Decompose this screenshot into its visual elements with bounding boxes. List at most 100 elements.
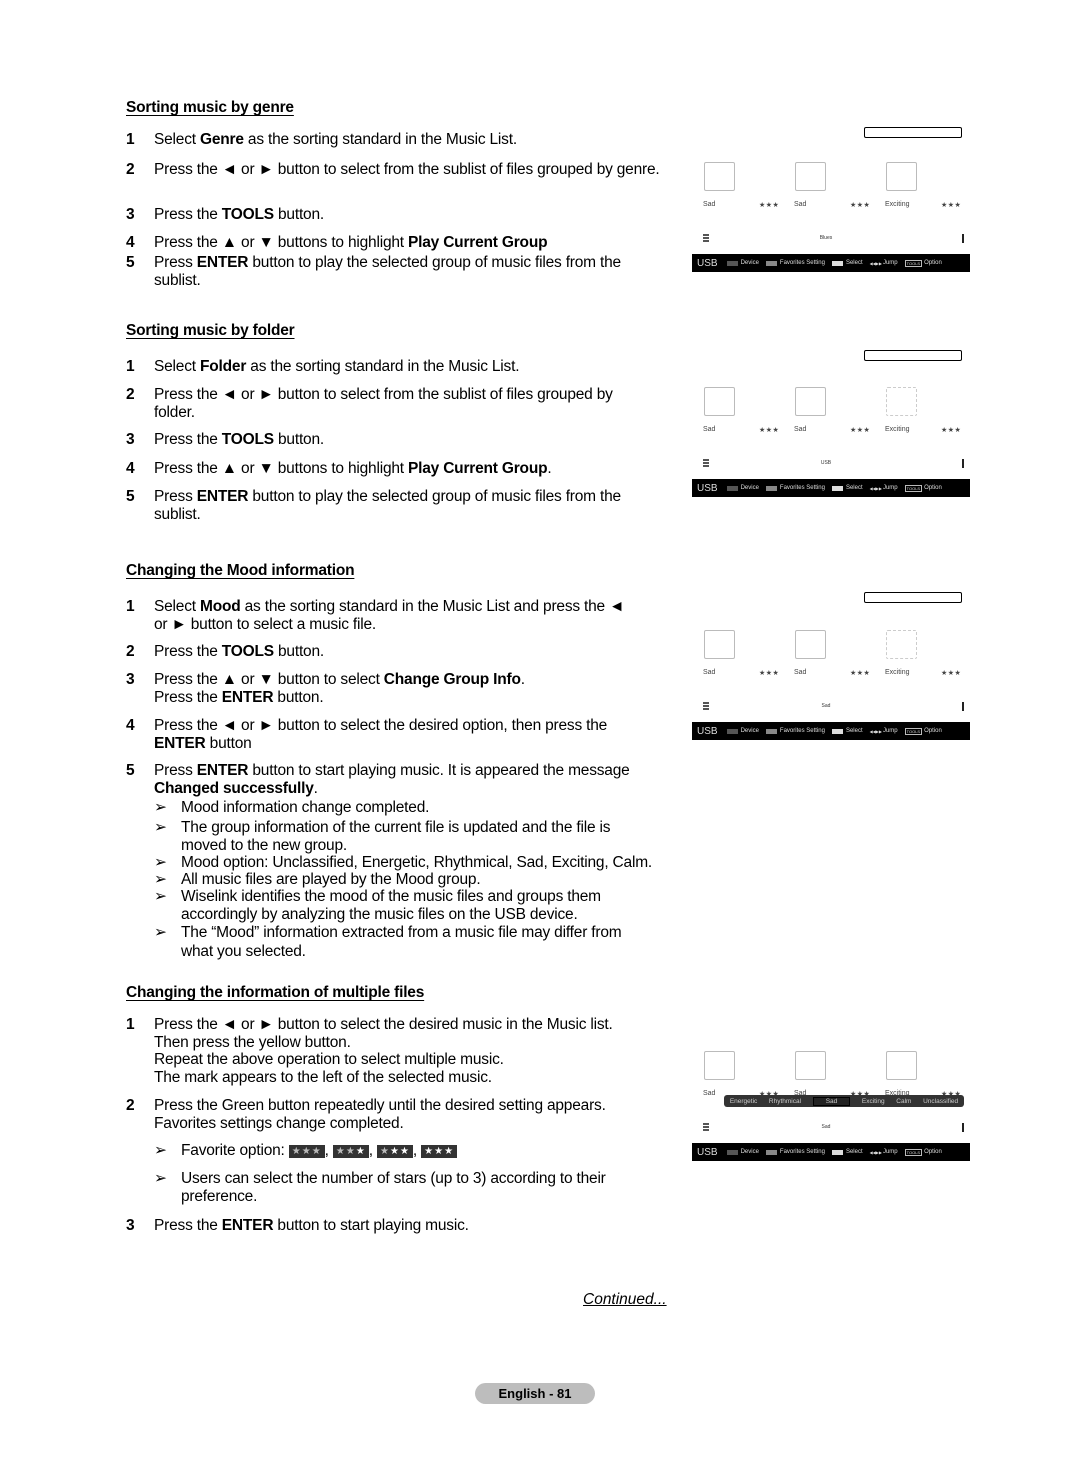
album-thumbnail[interactable] <box>795 1051 826 1080</box>
jump-hint[interactable]: ◀◀▶▶ Jump <box>870 728 898 734</box>
genre-step-1: 1 Select Genre as the sorting standard i… <box>126 131 671 149</box>
hint-text: Device <box>740 1149 759 1155</box>
step-number: 2 <box>126 161 135 178</box>
step-keyword: ENTER <box>196 762 249 779</box>
source-label: USB <box>697 725 718 737</box>
folder-step-5: 5 Press ENTER button to play the selecte… <box>126 488 671 523</box>
album-thumbnail[interactable] <box>704 162 735 191</box>
select-hint[interactable]: Select <box>831 728 863 734</box>
album-thumbnail[interactable] <box>704 630 735 659</box>
step-text: Press the <box>154 1217 222 1234</box>
mood-option-sad[interactable]: Sad <box>812 1096 851 1106</box>
scrollbar[interactable] <box>962 1123 964 1132</box>
mood-label: Sad <box>703 669 716 676</box>
page-number-badge: English - 81 <box>475 1383 595 1404</box>
device-hint[interactable]: Device <box>726 485 759 491</box>
hint-text: Device <box>740 260 759 266</box>
mood-option-rhythmical[interactable]: Rhythmical <box>769 1098 801 1105</box>
rewind-forward-icon: ◀◀▶▶ <box>869 260 882 266</box>
jump-hint[interactable]: ◀◀▶▶ Jump <box>870 485 898 491</box>
yellow-key-icon <box>831 728 843 734</box>
current-group-name: Sad <box>821 1124 831 1130</box>
device-hint[interactable]: Device <box>726 260 759 266</box>
option-hint[interactable]: TOOLS Option <box>904 1148 942 1156</box>
favorite-3-stars-icon: ★★★ <box>421 1145 458 1158</box>
album-thumbnail[interactable] <box>704 1051 735 1080</box>
arrow-bullet-icon: ➢ <box>154 854 167 871</box>
step-keyword: Mood <box>200 598 241 615</box>
mood-label: Sad <box>794 201 807 208</box>
step-text: Press the Green button repeatedly until … <box>154 1097 606 1114</box>
current-group-name: USB <box>820 460 832 466</box>
album-thumbnail[interactable] <box>886 162 917 191</box>
step-text: . <box>520 671 525 688</box>
screen-multiple: Sad★★★Sad★★★Exciting★★★EnergeticRhythmic… <box>692 1013 970 1173</box>
note-text: Users can select the number of stars (up… <box>181 1170 606 1205</box>
step-number: 2 <box>126 386 135 403</box>
option-hint[interactable]: TOOLS Option <box>904 259 942 267</box>
scrollbar[interactable] <box>962 702 964 711</box>
bottom-help-bar: USB Device Favorites Setting Select ◀◀▶▶ Jump… <box>692 254 970 272</box>
device-hint[interactable]: Device <box>726 728 759 734</box>
note-text: The “Mood” information extracted from a … <box>181 924 622 960</box>
users-stars-note: ➢ Users can select the number of stars (… <box>154 1170 634 1205</box>
note-text: The group information of the current fil… <box>181 819 611 854</box>
search-box[interactable] <box>864 127 962 138</box>
red-key-icon <box>726 260 738 266</box>
album-thumbnail[interactable] <box>795 162 826 191</box>
hint-text: Jump <box>882 260 898 266</box>
album-thumbnail[interactable] <box>704 387 735 416</box>
jump-hint[interactable]: ◀◀▶▶ Jump <box>870 1149 898 1155</box>
select-hint[interactable]: Select <box>831 260 863 266</box>
step-number: 1 <box>126 358 135 375</box>
option-hint[interactable]: TOOLS Option <box>904 727 942 735</box>
step-keyword: ENTER <box>196 488 249 505</box>
album-thumbnail[interactable] <box>795 630 826 659</box>
select-hint[interactable]: Select <box>831 1149 863 1155</box>
album-thumbnail[interactable] <box>886 630 917 659</box>
album-thumbnail[interactable] <box>886 387 917 416</box>
mood-option-energetic[interactable]: Energetic <box>730 1098 757 1105</box>
mood-option-exciting[interactable]: Exciting <box>862 1098 885 1105</box>
step-keyword: ENTER <box>221 1217 274 1234</box>
yellow-key-icon <box>831 1149 843 1155</box>
scrollbar[interactable] <box>962 234 964 243</box>
jump-hint[interactable]: ◀◀▶▶ Jump <box>870 260 898 266</box>
favorites-setting-hint[interactable]: Favorites Setting <box>765 728 825 734</box>
album-thumbnail[interactable] <box>795 387 826 416</box>
tools-key-icon: TOOLS <box>904 259 923 267</box>
step-text: Press the <box>154 206 222 223</box>
album-thumbnail[interactable] <box>886 1051 917 1080</box>
source-label: USB <box>697 257 718 269</box>
note-text: Wiselink identifies the mood of the musi… <box>181 888 601 923</box>
scrollbar[interactable] <box>962 459 964 468</box>
favorites-setting-hint[interactable]: Favorites Setting <box>765 485 825 491</box>
step-number: 3 <box>126 431 135 448</box>
step-text: Press the <box>154 688 222 706</box>
device-hint[interactable]: Device <box>726 1149 759 1155</box>
step-keyword: ENTER <box>154 734 206 752</box>
favorites-setting-hint[interactable]: Favorites Setting <box>765 1149 825 1155</box>
multiple-step-2: 2 Press the Green button repeatedly unti… <box>126 1097 671 1132</box>
tools-key-icon: TOOLS <box>904 484 923 492</box>
search-box[interactable] <box>864 592 962 603</box>
step-text: Favorites settings change completed. <box>154 1114 404 1132</box>
heading-sorting-by-folder: Sorting music by folder <box>126 322 295 339</box>
step-number: 1 <box>126 598 135 615</box>
step-keyword: ENTER <box>221 688 274 706</box>
step-text: Press the ◄ or ► button to select from t… <box>154 386 613 421</box>
mood-note-6: ➢ The “Mood” information extracted from … <box>154 923 644 961</box>
folder-step-3: 3 Press the TOOLS button. <box>126 431 671 449</box>
step-number: 5 <box>126 254 135 271</box>
mood-option-calm[interactable]: Calm <box>896 1098 911 1105</box>
search-box[interactable] <box>864 350 962 361</box>
favorite-options: ★★★, ★★★, ★★★, ★★★ <box>288 1142 458 1159</box>
option-hint[interactable]: TOOLS Option <box>904 484 942 492</box>
favorites-setting-hint[interactable]: Favorites Setting <box>765 260 825 266</box>
step-text: . <box>547 460 552 477</box>
mood-label: Exciting <box>885 201 910 208</box>
mood-note-4: ➢ All music files are played by the Mood… <box>154 871 674 889</box>
select-hint[interactable]: Select <box>831 485 863 491</box>
heading-sorting-by-genre: Sorting music by genre <box>126 99 294 116</box>
mood-option-unclassified[interactable]: Unclassified <box>923 1098 958 1105</box>
